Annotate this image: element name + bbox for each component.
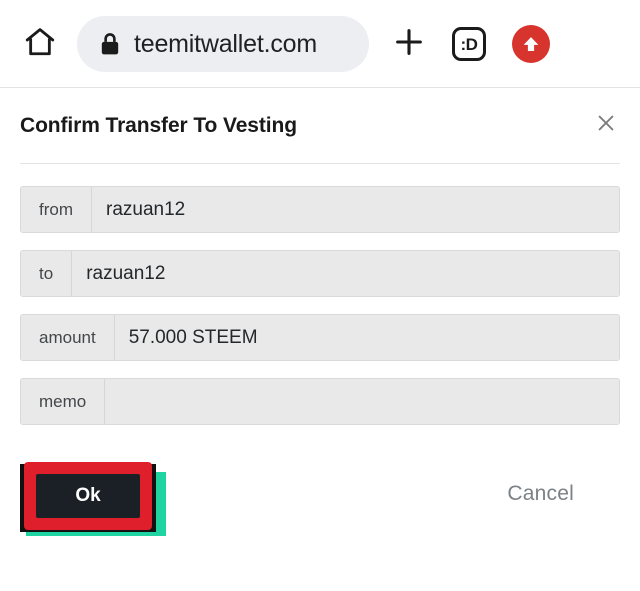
home-icon (23, 25, 57, 64)
field-value-to: razuan12 (72, 251, 619, 296)
cancel-button[interactable]: Cancel (507, 482, 574, 506)
ok-button-highlight: Ok (14, 460, 166, 536)
address-bar[interactable]: teemitwallet.com (77, 16, 369, 72)
reader-mode-button[interactable]: :D (443, 18, 495, 70)
upload-button[interactable] (505, 18, 557, 70)
field-row-to: to razuan12 (20, 250, 620, 297)
smiley-glyph: :D (460, 34, 478, 54)
transfer-fields: from razuan12 to razuan12 amount 57.000 … (0, 164, 640, 425)
new-tab-button[interactable] (383, 18, 435, 70)
field-row-amount: amount 57.000 STEEM (20, 314, 620, 361)
field-label-to: to (21, 251, 73, 296)
field-row-from: from razuan12 (20, 186, 620, 233)
close-x-icon (595, 112, 617, 139)
field-row-memo: memo (20, 378, 620, 425)
lock-icon (99, 32, 121, 56)
smiley-face-icon: :D (452, 27, 486, 61)
url-text: teemitwallet.com (134, 29, 317, 58)
close-button[interactable] (588, 108, 624, 144)
field-value-memo (105, 379, 619, 424)
field-value-from: razuan12 (92, 187, 619, 232)
upload-arrow-icon (512, 25, 550, 63)
ok-button[interactable]: Ok (36, 474, 140, 518)
field-value-amount: 57.000 STEEM (114, 315, 619, 360)
home-button[interactable] (16, 20, 64, 68)
confirm-transfer-dialog: Confirm Transfer To Vesting from razuan1… (0, 88, 640, 552)
dialog-footer: Ok Cancel (0, 452, 640, 552)
dialog-title: Confirm Transfer To Vesting (20, 113, 297, 137)
plus-icon (392, 25, 426, 64)
field-label-amount: amount (21, 315, 115, 360)
browser-toolbar: teemitwallet.com :D (0, 0, 640, 88)
field-label-from: from (21, 187, 92, 232)
field-label-memo: memo (21, 379, 106, 424)
dialog-header: Confirm Transfer To Vesting (0, 88, 640, 163)
